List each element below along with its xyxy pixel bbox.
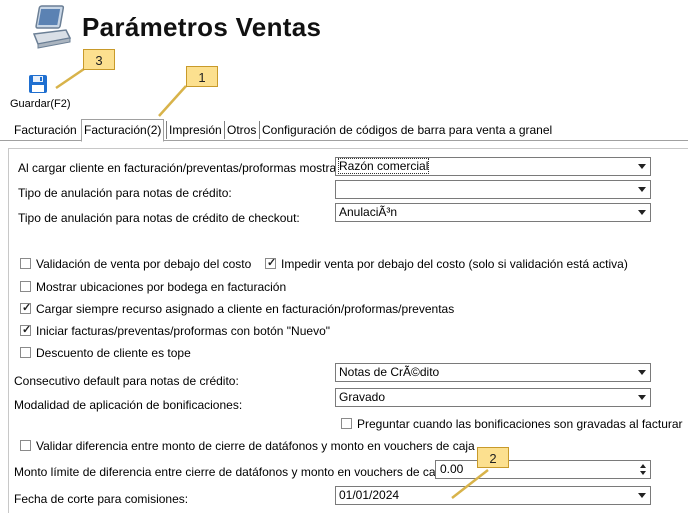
checkout-annul-label: Tipo de anulación para notas de crédito … [18,211,300,225]
tab-label: Otros [227,123,257,137]
cutoff-label: Fecha de corte para comisiones: [14,492,189,506]
tab-bar: Facturación Facturación(2) Impresión Otr… [0,119,688,142]
credit-annul-select[interactable] [335,180,651,199]
checkbox-box[interactable]: ✓ [265,257,277,269]
tab-facturacion[interactable]: Facturación [12,121,79,139]
consecutive-value: Notas de CrÃ©dito [339,365,440,379]
validate-below-cost-label: Validación de venta por debajo del costo [36,257,252,271]
tab-facturacion-2[interactable]: Facturación(2) [81,119,165,142]
cutoff-date-picker[interactable]: 01/01/2024 [335,486,651,505]
checkmark-icon: ✓ [267,257,277,269]
tab-label: Configuración de códigos de barra para v… [262,123,553,137]
checkbox-box[interactable]: ✓ [20,324,32,336]
client-discount-label: Descuento de cliente es tope [36,346,191,360]
page-title: Parámetros Ventas [82,12,322,42]
load-client-value: Razón comercial [337,158,430,174]
bonus-mode-value: Gravado [339,390,386,404]
prevent-below-cost-label: Impedir venta por debajo del costo (solo… [281,257,628,271]
checkbox-box[interactable] [20,347,31,358]
callout-2: 2 [477,447,509,468]
limit-stepper[interactable]: 0.00 [435,460,651,479]
chevron-down-icon [638,187,646,192]
checkbox-box[interactable] [341,418,352,429]
chevron-down-icon [638,370,646,375]
start-new-label: Iniciar facturas/preventas/proformas con… [36,324,330,338]
tab-codigos-barra[interactable]: Configuración de códigos de barra para v… [259,121,554,139]
callout-3: 3 [83,49,115,70]
tab-label: Impresión [169,123,222,137]
save-button[interactable]: Guardar(F2) [6,72,72,114]
limit-value: 0.00 [440,462,464,476]
checkmark-icon: ✓ [22,324,32,336]
callout-1: 1 [186,66,218,87]
credit-annul-label: Tipo de anulación para notas de crédito: [18,186,232,200]
tab-otros[interactable]: Otros [224,121,258,139]
tab-label: Facturación(2) [84,123,162,137]
floppy-disk-icon [28,74,48,94]
chevron-down-icon [638,164,646,169]
load-client-label: Al cargar cliente en facturación/prevent… [18,161,344,175]
app-icon [30,4,74,52]
checkout-annul-value: AnulaciÃ³n [339,205,398,219]
consecutive-select[interactable]: Notas de CrÃ©dito [335,363,651,382]
checkbox-box[interactable] [20,281,31,292]
checkbox-box[interactable]: ✓ [20,302,32,314]
bonus-mode-label: Modalidad de aplicación de bonificacione… [14,398,243,412]
tab-impresion[interactable]: Impresión [166,121,224,139]
cutoff-value: 01/01/2024 [339,488,400,502]
checkbox-box[interactable] [20,440,31,451]
chevron-down-icon [638,395,646,400]
tab-label: Facturación [14,123,77,137]
limit-label: Monto límite de diferencia entre cierre … [14,465,449,479]
checkbox-box[interactable] [20,258,31,269]
show-locations-label: Mostrar ubicaciones por bodega en factur… [36,280,287,294]
checkmark-icon: ✓ [22,302,32,314]
chevron-down-icon [638,210,646,215]
save-button-label: Guardar(F2) [10,98,71,110]
ask-bonus-label: Preguntar cuando las bonificaciones son … [357,417,683,431]
spin-down-icon[interactable] [640,471,646,475]
consecutive-label: Consecutivo default para notas de crédit… [14,374,239,388]
chevron-down-icon [638,493,646,498]
spin-up-icon[interactable] [640,464,646,468]
checkout-annul-select[interactable]: AnulaciÃ³n [335,203,651,222]
validate-diff-label: Validar diferencia entre monto de cierre… [36,439,475,453]
bonus-mode-select[interactable]: Gravado [335,388,651,407]
load-client-select[interactable]: Razón comercial [335,157,651,176]
load-resource-label: Cargar siempre recurso asignado a client… [36,302,455,316]
